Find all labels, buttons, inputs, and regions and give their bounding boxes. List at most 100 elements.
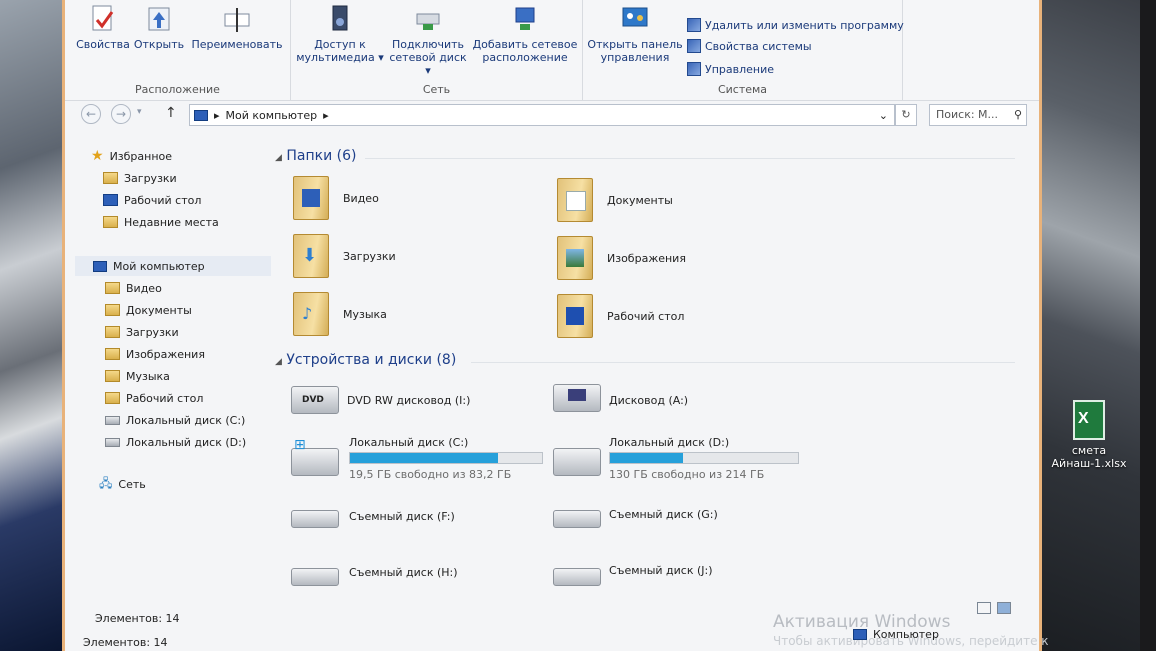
videos-folder-icon [105, 282, 120, 294]
folder-pictures[interactable]: Изображения [557, 236, 686, 280]
media-access-button[interactable]: Доступ к мультимедиа ▾ [295, 4, 385, 64]
removable-drive-icon [291, 510, 339, 528]
folder-label: Загрузки [343, 249, 396, 263]
add-network-location-button[interactable]: Добавить сетевое расположение [471, 4, 579, 64]
folder-documents[interactable]: Документы [557, 178, 673, 222]
status-computer-label: Компьютер [873, 628, 939, 641]
rename-button[interactable]: Переименовать [187, 4, 287, 51]
documents-folder-icon [105, 304, 120, 316]
nav-fav-recent[interactable]: Недавние места [103, 212, 219, 232]
properties-button[interactable]: Свойства [75, 4, 131, 51]
nav-downloads[interactable]: Загрузки [105, 322, 179, 342]
system-properties-button[interactable]: Свойства системы [687, 39, 812, 53]
nav-my-computer[interactable]: Мой компьютер [75, 256, 271, 276]
media-label-2: мультимедиа ▾ [296, 51, 384, 64]
nav-fav-desktop[interactable]: Рабочий стол [103, 190, 201, 210]
nav-label: Рабочий стол [126, 391, 204, 405]
explorer-window: ✕ Свойства Открыть Переименовать [62, 0, 1049, 651]
dvd-drive[interactable]: DVD DVD RW дисковод (I:) [291, 380, 531, 420]
nav-favorites[interactable]: ★ Избранное [91, 146, 172, 166]
back-button[interactable]: ← [81, 104, 101, 124]
control-panel-button[interactable]: Открыть панель управления [587, 4, 683, 64]
nav-label: Изображения [126, 347, 205, 361]
ribbon-group-title: Сеть [422, 83, 451, 96]
map-network-drive-button[interactable]: Подключить сетевой диск ▾ [387, 4, 469, 77]
address-bar-row: ← → ▾ ↑ ▸ Мой компьютер ▸ ⌄ ↻ Поиск: М..… [73, 104, 1033, 126]
system-properties-label: Свойства системы [705, 39, 812, 53]
folder-videos[interactable]: Видео [293, 176, 379, 220]
collapse-icon: ◢ [275, 153, 282, 163]
cp-label-2: управления [600, 51, 670, 64]
up-arrow-icon[interactable]: ↑ [165, 105, 177, 121]
desktop-wallpaper-left [0, 0, 70, 651]
folders-section-header[interactable]: ◢ Папки (6) [275, 148, 356, 164]
nav-drive-c[interactable]: Локальный диск (C:) [105, 410, 245, 430]
search-placeholder: Поиск: М... [936, 108, 999, 121]
local-disk-c[interactable]: ⊞ Локальный диск (C:) 19,5 ГБ свободно и… [291, 434, 551, 481]
disk-usage-fill [610, 453, 684, 463]
nav-desktop[interactable]: Рабочий стол [105, 388, 203, 408]
devices-section-header[interactable]: ◢ Устройства и диски (8) [275, 352, 456, 368]
status-computer: Компьютер [853, 628, 939, 641]
open-icon [144, 4, 174, 34]
open-button[interactable]: Открыть [133, 4, 185, 51]
properties-icon [88, 4, 118, 34]
local-disk-d[interactable]: Локальный диск (D:) 130 ГБ свободно из 2… [553, 434, 813, 481]
addnet-label-2: расположение [482, 51, 568, 64]
nav-documents[interactable]: Документы [105, 300, 192, 320]
floppy-drive[interactable]: Дисковод (A:) [553, 380, 793, 420]
disk-usage-bar [349, 452, 543, 464]
removable-disk-g[interactable]: Съемный диск (G:) [553, 506, 793, 536]
folder-downloads[interactable]: ⬇ Загрузки [293, 234, 396, 278]
details-view-icon[interactable] [977, 602, 991, 614]
network-location-icon [510, 4, 540, 34]
nav-label: Загрузки [124, 171, 177, 185]
nav-fav-downloads[interactable]: Загрузки [103, 168, 177, 188]
drive-label: Дисковод (A:) [609, 394, 689, 407]
desktop-folder-icon [105, 392, 120, 404]
desktop-folder-icon [557, 294, 593, 338]
documents-folder-icon [557, 178, 593, 222]
search-input[interactable]: Поиск: М... ⚲ [929, 104, 1027, 126]
disk-usage-fill [350, 453, 498, 463]
folders-header-label: Папки (6) [286, 148, 357, 164]
removable-disk-h[interactable]: Съемный диск (H:) [291, 562, 531, 592]
collapse-icon: ◢ [275, 357, 282, 367]
nav-network[interactable]: 🖧 Сеть [99, 474, 146, 494]
nav-pictures[interactable]: Изображения [105, 344, 205, 364]
nav-drive-d[interactable]: Локальный диск (D:) [105, 432, 246, 452]
star-icon: ★ [91, 148, 104, 164]
uninstall-program-button[interactable]: Удалить или изменить программу [687, 18, 904, 32]
recent-locations-icon[interactable]: ▾ [137, 107, 142, 117]
tiles-view-icon[interactable] [997, 602, 1011, 614]
nav-music[interactable]: Музыка [105, 366, 170, 386]
refresh-button[interactable]: ↻ [895, 104, 917, 126]
removable-disk-f[interactable]: Съемный диск (F:) [291, 506, 531, 536]
folder-music[interactable]: ♪ Музыка [293, 292, 387, 336]
nav-label: Недавние места [124, 215, 219, 229]
desktop-excel-file[interactable]: X смета Айнаш-1.xlsx [1048, 400, 1130, 470]
drive-icon [105, 415, 120, 425]
music-folder-icon: ♪ [293, 292, 329, 336]
nav-label: Рабочий стол [124, 193, 202, 207]
ribbon-group-network: Доступ к мультимедиа ▾ Подключить сетево… [291, 0, 583, 100]
nav-videos[interactable]: Видео [105, 278, 162, 298]
removable-disk-j[interactable]: Съемный диск (J:) [553, 562, 793, 592]
removable-drive-icon [553, 510, 601, 528]
folder-desktop[interactable]: Рабочий стол [557, 294, 684, 338]
address-box[interactable]: ▸ Мой компьютер ▸ ⌄ [189, 104, 895, 126]
downloads-folder-icon [105, 326, 120, 338]
nav-label: Документы [126, 303, 192, 317]
drive-label: Съемный диск (G:) [609, 508, 718, 521]
pictures-folder-icon [557, 236, 593, 280]
manage-button[interactable]: Управление [687, 62, 774, 76]
content-pane: ◢ Папки (6) Видео Документы ⬇ Загрузки И… [275, 138, 1035, 608]
videos-folder-icon [293, 176, 329, 220]
programs-icon [687, 18, 701, 32]
chevron-right-icon[interactable]: ▸ [323, 109, 329, 122]
computer-icon [93, 260, 107, 272]
address-path: Мой компьютер [225, 108, 318, 122]
forward-button[interactable]: → [111, 104, 131, 124]
chevron-down-icon[interactable]: ⌄ [879, 109, 888, 122]
drive-label: Локальный диск (D:) [609, 436, 730, 449]
